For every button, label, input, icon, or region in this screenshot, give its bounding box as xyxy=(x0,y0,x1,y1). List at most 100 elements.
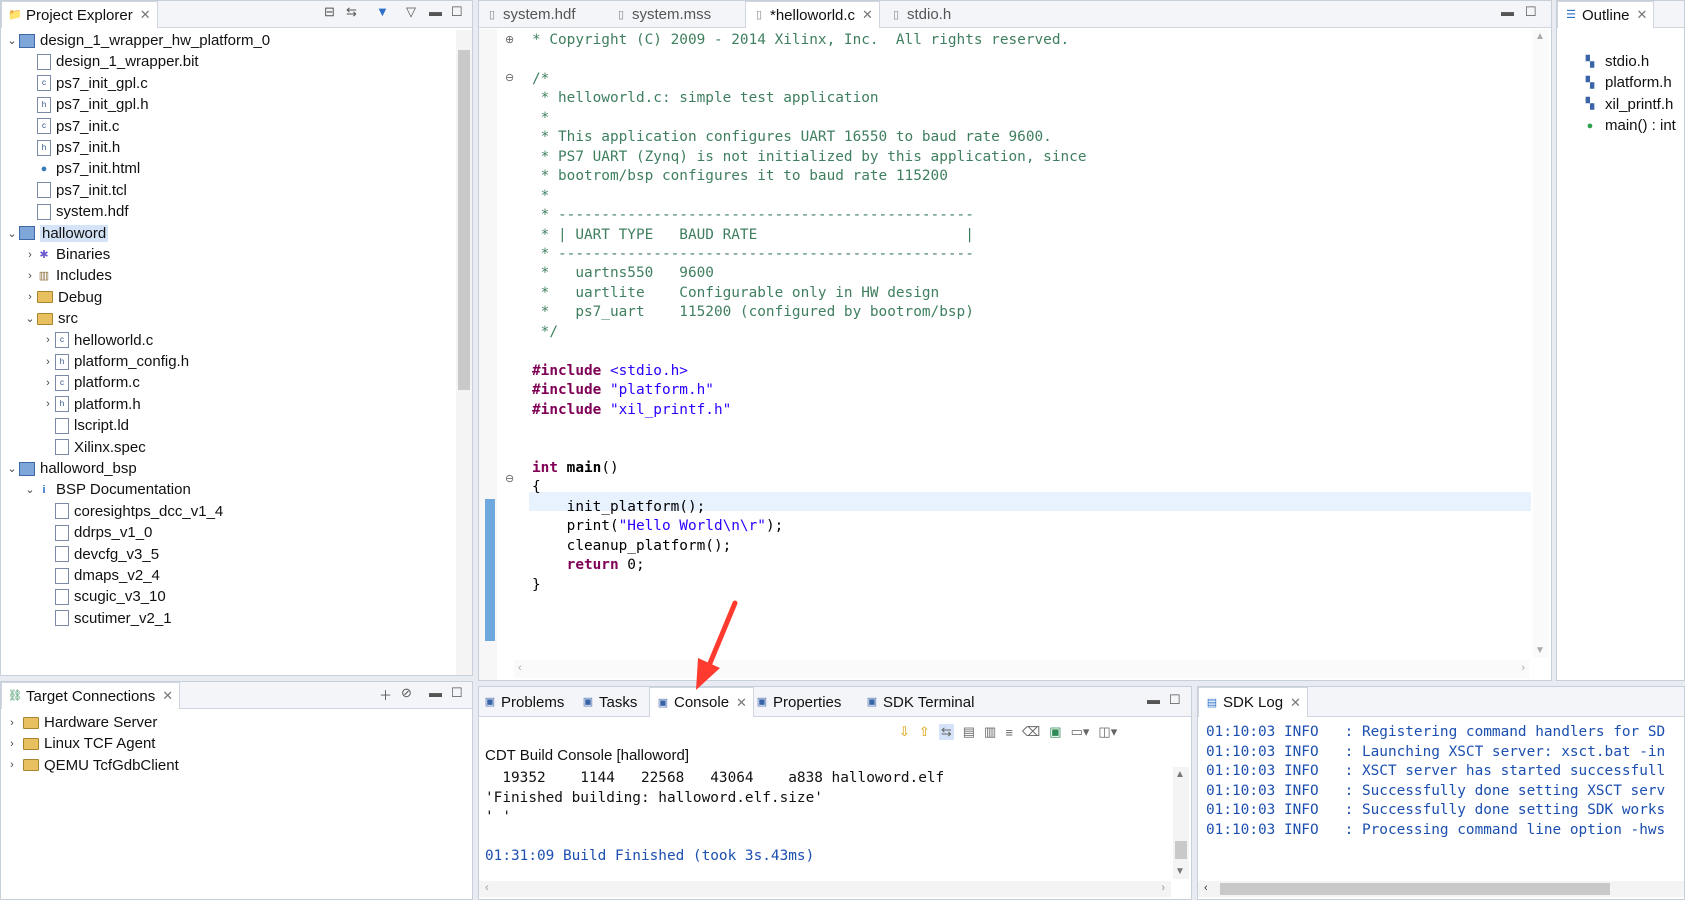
tree-item[interactable]: ⌄ halloword_bsp xyxy=(5,458,136,479)
tree-item[interactable]: c ps7_init_gpl.c xyxy=(23,73,148,94)
chevron-down-icon[interactable]: ⌄ xyxy=(5,227,19,240)
minimize-icon[interactable]: ▬ xyxy=(429,685,442,700)
close-icon[interactable]: ✕ xyxy=(1290,695,1301,711)
filter-icon[interactable]: ▼ xyxy=(376,4,389,19)
tree-item[interactable]: › ▥ Includes xyxy=(23,265,112,286)
chevron-right-icon[interactable]: › xyxy=(23,249,37,261)
project-tree-scrollbar[interactable] xyxy=(456,30,472,675)
tree-item[interactable]: scutimer_v2_1 xyxy=(41,608,172,629)
tree-item[interactable]: ⌄ src xyxy=(23,308,78,329)
chevron-right-icon[interactable]: › xyxy=(5,759,19,771)
code-area[interactable]: ⊕ ⊖ ⊖ * Copyright (C) 2009 - 2014 Xilinx… xyxy=(497,29,1531,658)
minimize-icon[interactable]: ▬ xyxy=(1147,692,1160,707)
chevron-right-icon[interactable]: › xyxy=(23,291,37,303)
tree-item[interactable]: › Debug xyxy=(23,287,102,308)
editor-tab[interactable]: ▯ system.mss xyxy=(614,1,711,28)
chevron-right-icon[interactable]: › xyxy=(41,356,55,368)
outline-item[interactable]: ● main() : int xyxy=(1583,115,1676,136)
maximize-icon[interactable]: ☐ xyxy=(1169,692,1181,708)
link-editor-icon[interactable]: ⇆ xyxy=(346,4,357,20)
tree-item[interactable]: › ✱ Binaries xyxy=(23,244,110,265)
word-wrap-icon[interactable]: ≡ xyxy=(1005,725,1013,740)
tree-item[interactable]: coresightps_dcc_v1_4 xyxy=(41,501,223,522)
collapse-all-icon[interactable]: ⊟ xyxy=(324,4,335,20)
new-console-icon[interactable]: ◫▾ xyxy=(1098,724,1117,740)
chevron-right-icon[interactable]: › xyxy=(41,398,55,410)
console-tab[interactable]: ▣ Properties xyxy=(755,687,842,717)
scrollbar-thumb[interactable] xyxy=(1220,883,1610,895)
chevron-down-icon[interactable]: ⌄ xyxy=(5,34,19,47)
tree-item[interactable]: devcfg_v3_5 xyxy=(41,544,159,565)
tree-item[interactable]: h ps7_init_gpl.h xyxy=(23,94,149,115)
fold-collapsed-icon[interactable]: ⊕ xyxy=(505,33,514,46)
console-horizontal-scrollbar[interactable]: ‹ › xyxy=(479,881,1171,897)
tree-item[interactable]: c ps7_init.c xyxy=(23,116,119,137)
scrollbar-thumb[interactable] xyxy=(458,50,470,390)
tree-item[interactable]: Xilinx.spec xyxy=(41,437,146,458)
tree-item[interactable]: lscript.ld xyxy=(41,415,129,436)
close-icon[interactable]: ✕ xyxy=(140,7,151,23)
outline-item[interactable]: ▚ platform.h xyxy=(1583,72,1672,93)
maximize-icon[interactable]: ☐ xyxy=(1525,4,1537,20)
target-connection-item[interactable]: › Linux TCF Agent xyxy=(5,733,155,754)
scroll-down-icon[interactable]: ⇩ xyxy=(899,724,910,740)
close-icon[interactable]: ✕ xyxy=(1637,7,1648,23)
close-icon[interactable]: ✕ xyxy=(862,7,873,23)
console-tab[interactable]: ▣ Problems xyxy=(483,687,565,717)
editor-horizontal-scrollbar[interactable]: ‹ › xyxy=(514,660,1529,678)
clear-console-icon[interactable]: ⌫ xyxy=(1022,724,1040,740)
outline-item[interactable]: ▚ stdio.h xyxy=(1583,51,1649,72)
target-connection-item[interactable]: › QEMU TcfGdbClient xyxy=(5,755,179,776)
console-vertical-scrollbar[interactable]: ▲ ▼ xyxy=(1173,767,1189,879)
tree-item[interactable]: › h platform_config.h xyxy=(41,351,189,372)
close-icon[interactable]: ✕ xyxy=(736,695,747,711)
chevron-down-icon[interactable]: ⌄ xyxy=(23,312,37,325)
tab-target-connections[interactable]: ⛓ Target Connections ✕ xyxy=(1,682,181,709)
scroll-lock-icon[interactable]: ⇆ xyxy=(938,724,954,740)
tree-item[interactable]: design_1_wrapper.bit xyxy=(23,51,199,72)
minimize-icon[interactable]: ▬ xyxy=(1501,4,1514,19)
tree-item[interactable]: › c helloworld.c xyxy=(41,330,153,351)
chevron-right-icon[interactable]: › xyxy=(23,270,37,282)
chevron-down-icon[interactable]: ⌄ xyxy=(5,462,19,475)
scroll-up-icon[interactable]: ⇧ xyxy=(919,724,930,740)
tree-item[interactable]: ⌄ i BSP Documentation xyxy=(23,479,190,500)
console-tab[interactable]: ▣ SDK Terminal xyxy=(865,687,975,717)
editor-tab[interactable]: ▯ *helloworld.c ✕ xyxy=(745,1,880,28)
chevron-right-icon[interactable]: › xyxy=(41,334,55,346)
outline-item[interactable]: ▚ xil_printf.h xyxy=(1583,94,1674,115)
sdk-log-output[interactable]: 01:10:03 INFO : Registering command hand… xyxy=(1198,723,1684,879)
minimize-icon[interactable]: ▬ xyxy=(429,4,442,19)
target-connection-item[interactable]: › Hardware Server xyxy=(5,712,157,733)
maximize-icon[interactable]: ☐ xyxy=(451,4,463,20)
fold-expanded-icon[interactable]: ⊖ xyxy=(505,472,514,485)
scrollbar-thumb[interactable] xyxy=(1175,841,1187,859)
chevron-right-icon[interactable]: › xyxy=(41,377,55,389)
tree-item[interactable]: scugic_v3_10 xyxy=(41,586,166,607)
view-menu-icon[interactable]: ▽ xyxy=(406,4,416,20)
maximize-icon[interactable]: ☐ xyxy=(451,685,463,701)
tab-sdk-log[interactable]: ▤ SDK Log ✕ xyxy=(1198,687,1308,717)
chevron-right-icon[interactable]: › xyxy=(5,738,19,750)
new-connection-icon[interactable]: ＋ xyxy=(379,685,392,704)
chevron-down-icon[interactable]: ⌄ xyxy=(23,483,37,496)
tree-item[interactable]: h ps7_init.h xyxy=(23,137,120,158)
tree-item[interactable]: dmaps_v2_4 xyxy=(41,565,160,586)
editor-vertical-scrollbar[interactable]: ▲ ▼ xyxy=(1533,29,1549,658)
chevron-right-icon[interactable]: › xyxy=(5,717,19,729)
editor-tab[interactable]: ▯ stdio.h xyxy=(889,1,951,28)
tree-item[interactable]: ⌄ design_1_wrapper_hw_platform_0 xyxy=(5,30,270,51)
fold-expanded-icon[interactable]: ⊖ xyxy=(505,71,514,84)
tree-item[interactable]: ● ps7_init.html xyxy=(23,158,141,179)
display-console-icon[interactable]: ▭▾ xyxy=(1071,724,1090,740)
editor-tab[interactable]: ▯ system.hdf xyxy=(485,1,576,28)
tab-project-explorer[interactable]: 📁 Project Explorer ✕ xyxy=(1,1,158,28)
copy-build-log-icon[interactable]: ▤ xyxy=(963,724,975,740)
tree-item[interactable]: ⌄ halloword xyxy=(5,223,109,244)
tree-item[interactable]: › c platform.c xyxy=(41,372,140,393)
close-icon[interactable]: ✕ xyxy=(162,688,173,704)
console-tab[interactable]: ▣ Tasks xyxy=(581,687,638,717)
tree-item[interactable]: ps7_init.tcl xyxy=(23,180,127,201)
pin-console-icon[interactable]: ▥ xyxy=(984,724,996,740)
disconnect-icon[interactable]: ⊘ xyxy=(401,685,412,701)
